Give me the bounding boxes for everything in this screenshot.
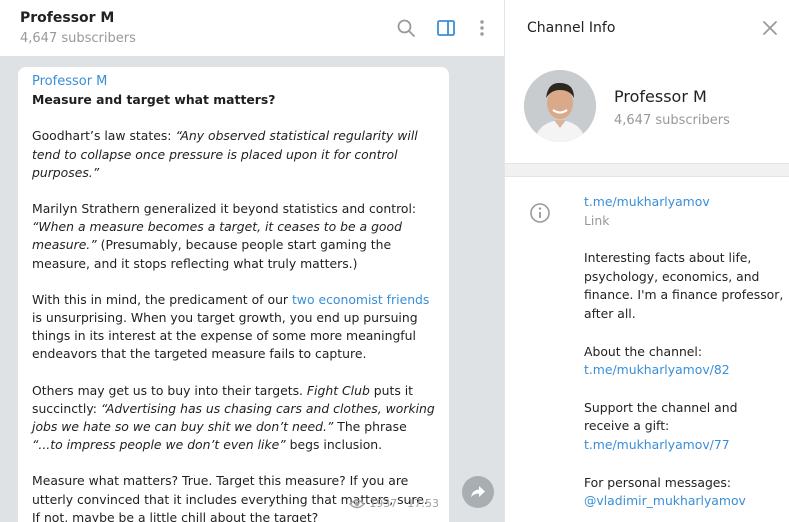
- message-author[interactable]: Professor M: [32, 73, 435, 91]
- personal-label: For personal messages:: [584, 474, 732, 490]
- info-icon: [529, 202, 551, 224]
- info-panel-title: Channel Info: [527, 20, 616, 36]
- chat-title[interactable]: Professor M: [20, 10, 114, 26]
- toggle-info-panel-button[interactable]: [434, 16, 458, 40]
- more-vertical-icon: [480, 20, 484, 36]
- forward-button[interactable]: [462, 476, 494, 508]
- close-info-button[interactable]: [760, 18, 780, 38]
- chat-subscriber-count: 4,647 subscribers: [20, 31, 136, 46]
- channel-link-label: Link: [584, 212, 610, 228]
- about-link[interactable]: t.me/mukharlyamov/82: [584, 361, 784, 380]
- support-label: Support the channel and receive a gift:: [584, 399, 738, 434]
- avatar[interactable]: [524, 70, 596, 142]
- search-icon: [397, 19, 415, 37]
- channel-link[interactable]: t.me/mukharlyamov: [584, 193, 784, 212]
- message-bubble[interactable]: Professor M Measure and target what matt…: [18, 67, 449, 522]
- more-options-button[interactable]: [470, 16, 494, 40]
- message-paragraph: With this in mind, the predicament of ou…: [32, 291, 430, 362]
- chat-header[interactable]: Professor M 4,647 subscribers: [0, 0, 504, 56]
- search-button[interactable]: [394, 16, 418, 40]
- message-paragraph: Others may get us to buy into their targ…: [32, 382, 435, 453]
- close-icon: [763, 21, 777, 35]
- message-paragraph: Marilyn Strathern generalized it beyond …: [32, 201, 417, 271]
- view-count: 1937: [369, 497, 398, 510]
- section-divider: [505, 163, 789, 177]
- chat-pane: Professor M 4,647 subscribers Professor …: [0, 0, 505, 522]
- message-headline: Measure and target what matters?: [32, 92, 276, 108]
- eye-icon: [349, 499, 366, 508]
- channel-description: Interesting facts about life, psychology…: [584, 250, 784, 321]
- forward-icon: [471, 486, 485, 498]
- channel-name: Professor M: [614, 87, 707, 106]
- about-label: About the channel:: [584, 343, 703, 359]
- channel-details: t.me/mukharlyamov Link Interesting facts…: [584, 193, 784, 511]
- avatar-photo: [524, 70, 596, 142]
- side-panel-icon: [437, 20, 455, 36]
- channel-subscriber-count: 4,647 subscribers: [614, 113, 730, 128]
- message-list[interactable]: Professor M Measure and target what matt…: [0, 56, 504, 522]
- support-link[interactable]: t.me/mukharlyamov/77: [584, 436, 784, 455]
- personal-link[interactable]: @vladimir_mukharlyamov: [584, 492, 784, 511]
- channel-info-panel: Channel Info Professor M 4,647 subscribe…: [505, 0, 789, 522]
- economist-friends-link[interactable]: two economist friends: [292, 292, 429, 307]
- message-paragraph: Goodhart’s law states: “Any observed sta…: [32, 128, 418, 180]
- message-meta: 1937 17:53: [349, 497, 439, 510]
- message-time: 17:53: [407, 497, 439, 510]
